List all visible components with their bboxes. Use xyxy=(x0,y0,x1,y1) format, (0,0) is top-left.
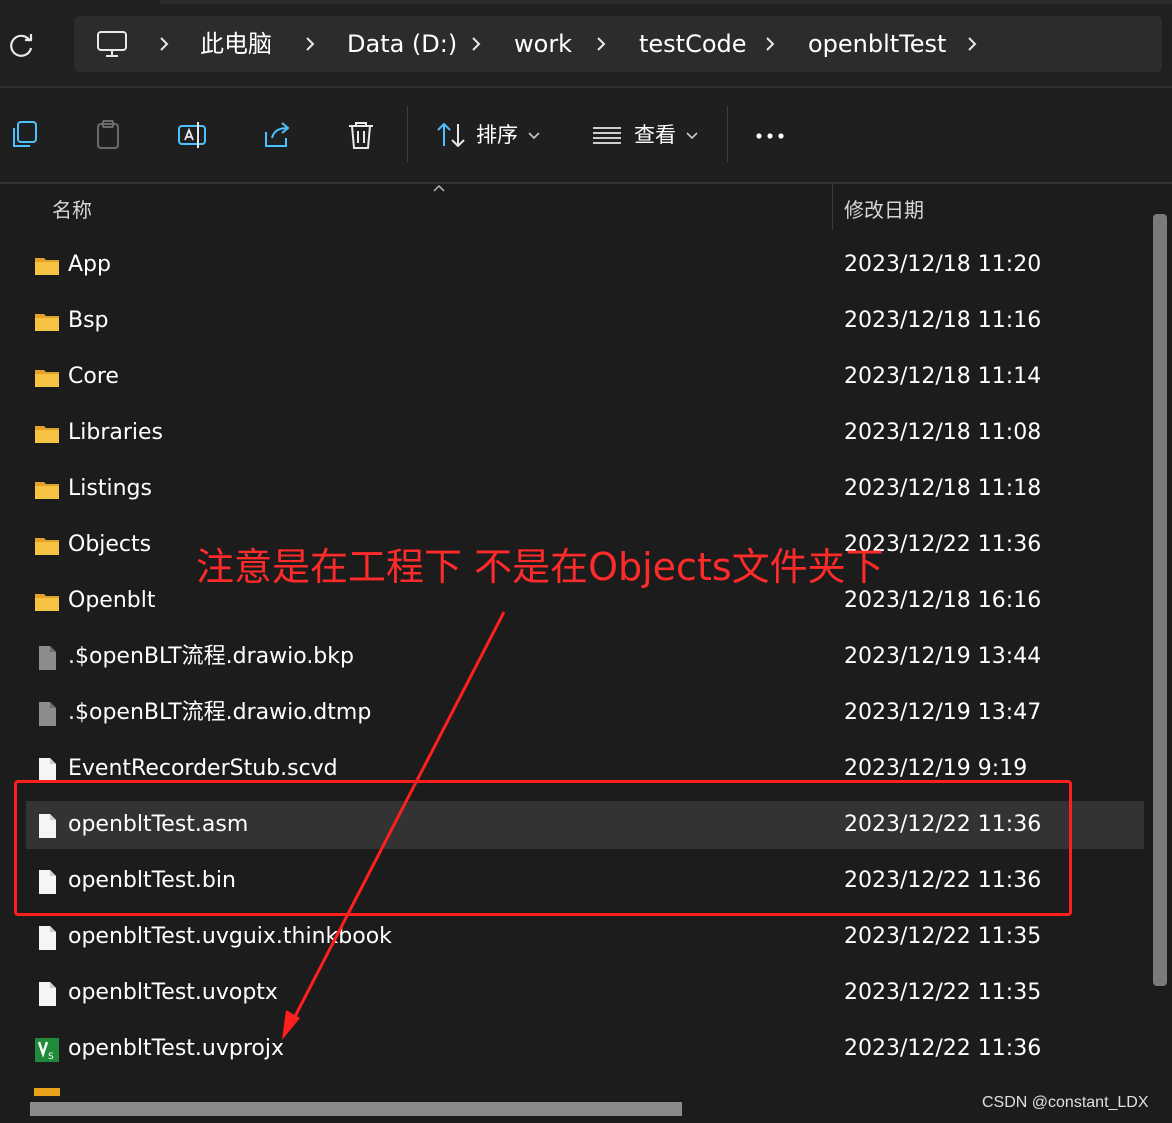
column-header-name[interactable]: 名称 xyxy=(52,194,92,223)
file-modified-date: 2023/12/18 11:08 xyxy=(844,420,1042,445)
file-icon xyxy=(34,981,60,1007)
folder-icon xyxy=(34,533,60,559)
column-divider[interactable] xyxy=(832,184,833,230)
breadcrumb-data-drive[interactable]: Data (D:) xyxy=(347,16,457,72)
toolbar-separator xyxy=(727,106,728,162)
chevron-right-icon[interactable] xyxy=(156,35,172,53)
file-row[interactable]: Listings 2023/12/18 11:18 xyxy=(26,465,1144,513)
breadcrumb-work[interactable]: work xyxy=(514,16,572,72)
paste-icon[interactable] xyxy=(92,118,126,152)
file-modified-date: 2023/12/18 11:16 xyxy=(844,308,1042,333)
breadcrumb[interactable]: 此电脑 Data (D:) work testCode openbltTest xyxy=(74,16,1162,72)
toolbar-separator xyxy=(407,106,408,162)
file-row[interactable]: SopenbltTest.uvprojx 2023/12/22 11:36 xyxy=(26,1025,1144,1073)
folder-icon xyxy=(34,1088,60,1096)
file-row[interactable]: .$openBLT流程.drawio.dtmp 2023/12/19 13:47 xyxy=(26,689,1144,737)
file-row[interactable]: App 2023/12/18 11:20 xyxy=(26,241,1144,289)
file-name: Listings xyxy=(68,476,152,501)
svg-text:S: S xyxy=(48,1052,54,1062)
file-name: Objects xyxy=(68,532,152,557)
file-row[interactable]: Libraries 2023/12/18 11:08 xyxy=(26,409,1144,457)
file-name: Libraries xyxy=(68,420,164,445)
file-row[interactable]: .$openBLT流程.drawio.bkp 2023/12/19 13:44 xyxy=(26,633,1144,681)
file-modified-date: 2023/12/22 11:36 xyxy=(844,1036,1042,1061)
file-row[interactable]: openbltTest.uvoptx 2023/12/22 11:35 xyxy=(26,969,1144,1017)
file-gray-icon xyxy=(34,645,60,671)
chevron-right-icon[interactable] xyxy=(593,35,609,53)
chevron-right-icon[interactable] xyxy=(302,35,318,53)
file-name: App xyxy=(68,252,111,277)
folder-icon xyxy=(34,477,60,503)
file-name: openbltTest.uvguix.thinkbook xyxy=(68,924,392,949)
chevron-right-icon[interactable] xyxy=(468,35,484,53)
chevron-right-icon[interactable] xyxy=(762,35,778,53)
sort-ascending-icon xyxy=(433,185,445,192)
view-icon[interactable] xyxy=(590,118,624,152)
file-name: .$openBLT流程.drawio.bkp xyxy=(68,644,354,669)
view-button[interactable]: 查看 xyxy=(634,118,676,152)
refresh-icon[interactable] xyxy=(8,32,36,60)
file-row[interactable]: Bsp 2023/12/18 11:16 xyxy=(26,297,1144,345)
file-gray-icon xyxy=(34,701,60,727)
chevron-down-icon[interactable] xyxy=(684,118,700,152)
folder-icon xyxy=(34,365,60,391)
file-row[interactable]: Core 2023/12/18 11:14 xyxy=(26,353,1144,401)
file-modified-date: 2023/12/19 13:47 xyxy=(844,700,1042,725)
file-name: openbltTest.uvprojx xyxy=(68,1036,285,1061)
file-name: Bsp xyxy=(68,308,109,333)
title-strip xyxy=(160,0,1172,4)
address-bar-area: 此电脑 Data (D:) work testCode openbltTest xyxy=(0,0,1172,88)
file-icon xyxy=(34,925,60,951)
sort-button[interactable]: 排序 xyxy=(476,118,518,152)
rename-icon[interactable] xyxy=(176,118,210,152)
file-row[interactable]: openbltTest.uvguix.thinkbook 2023/12/22 1… xyxy=(26,913,1144,961)
breadcrumb-openblttest[interactable]: openbltTest xyxy=(808,16,946,72)
annotation-highlight-box xyxy=(14,780,1072,916)
file-modified-date: 2023/12/19 13:44 xyxy=(844,644,1042,669)
file-name: Core xyxy=(68,364,119,389)
chevron-right-icon[interactable] xyxy=(964,35,980,53)
file-list: 名称 修改日期 App 2023/12/18 11:20 Bsp 2023/12/18… xyxy=(0,184,1172,1123)
folder-icon xyxy=(34,309,60,335)
annotation-text: 注意是在工程下 不是在Objects文件夹下 xyxy=(196,545,884,589)
file-name: openbltTest.uvoptx xyxy=(68,980,278,1005)
file-name: Openblt xyxy=(68,588,156,613)
file-modified-date: 2023/12/18 11:20 xyxy=(844,252,1042,277)
uvision-icon: S xyxy=(34,1037,60,1063)
file-modified-date: 2023/12/22 11:35 xyxy=(844,924,1042,949)
copy-icon[interactable] xyxy=(8,118,42,152)
share-icon[interactable] xyxy=(260,118,294,152)
chevron-down-icon[interactable] xyxy=(526,118,542,152)
breadcrumb-testcode[interactable]: testCode xyxy=(639,16,747,72)
computer-icon[interactable] xyxy=(96,30,128,58)
watermark: CSDN @constant_LDX xyxy=(982,1094,1149,1111)
file-modified-date: 2023/12/18 11:14 xyxy=(844,364,1042,389)
folder-icon xyxy=(34,253,60,279)
vertical-scrollbar[interactable] xyxy=(1153,214,1167,986)
more-options-icon[interactable] xyxy=(754,118,788,152)
folder-icon xyxy=(34,421,60,447)
sort-icon[interactable] xyxy=(434,118,468,152)
folder-icon xyxy=(34,589,60,615)
delete-icon[interactable] xyxy=(344,118,378,152)
breadcrumb-this-pc[interactable]: 此电脑 xyxy=(200,16,272,72)
file-modified-date: 2023/12/18 11:18 xyxy=(844,476,1042,501)
file-modified-date: 2023/12/22 11:35 xyxy=(844,980,1042,1005)
horizontal-scrollbar[interactable] xyxy=(30,1102,682,1116)
file-name: .$openBLT流程.drawio.dtmp xyxy=(68,700,372,725)
column-header-modified[interactable]: 修改日期 xyxy=(844,194,924,223)
command-bar: 排序 查看 xyxy=(0,88,1172,182)
